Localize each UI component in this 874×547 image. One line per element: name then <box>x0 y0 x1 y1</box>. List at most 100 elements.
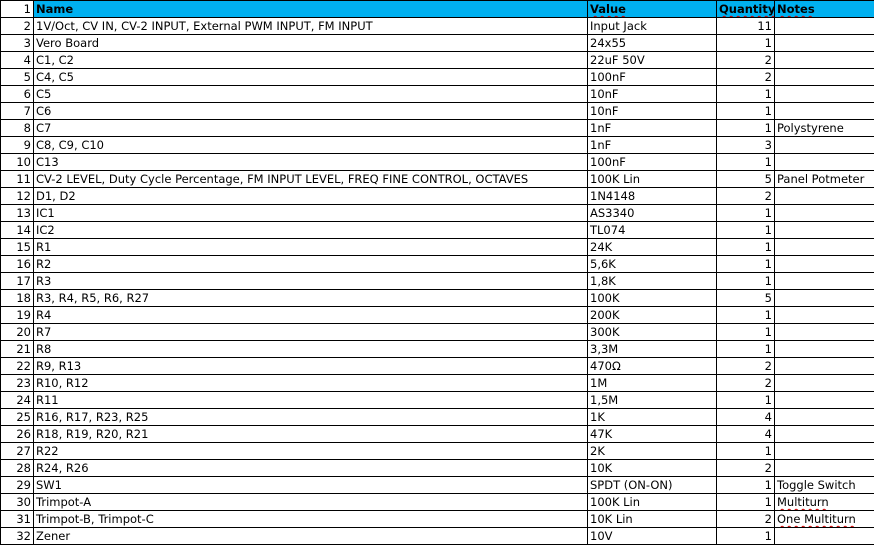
row-number[interactable]: 10 <box>0 153 34 171</box>
quantity-cell[interactable]: 1 <box>716 85 775 103</box>
name-cell[interactable]: R2 <box>33 255 588 273</box>
row-number[interactable]: 23 <box>0 374 34 392</box>
quantity-cell[interactable]: 1 <box>716 340 775 358</box>
value-cell[interactable]: 10K <box>587 459 717 477</box>
name-cell[interactable]: C8, C9, C10 <box>33 136 588 154</box>
name-cell[interactable]: D1, D2 <box>33 187 588 205</box>
notes-cell[interactable] <box>774 425 874 443</box>
notes-cell[interactable] <box>774 153 874 171</box>
notes-cell[interactable] <box>774 85 874 103</box>
name-cell[interactable]: C5 <box>33 85 588 103</box>
value-cell[interactable]: 470Ω <box>587 357 717 375</box>
quantity-cell[interactable]: 1 <box>716 102 775 120</box>
notes-cell[interactable] <box>774 306 874 324</box>
notes-cell[interactable] <box>774 34 874 52</box>
notes-cell[interactable] <box>774 374 874 392</box>
notes-cell[interactable] <box>774 238 874 256</box>
notes-cell[interactable] <box>774 442 874 460</box>
quantity-cell[interactable]: 1 <box>716 204 775 222</box>
quantity-cell[interactable]: 1 <box>716 34 775 52</box>
quantity-cell[interactable]: 2 <box>716 459 775 477</box>
name-cell[interactable]: C7 <box>33 119 588 137</box>
notes-cell[interactable] <box>774 459 874 477</box>
quantity-cell[interactable]: 1 <box>716 255 775 273</box>
quantity-cell[interactable]: 1 <box>716 153 775 171</box>
row-number[interactable]: 5 <box>0 68 34 86</box>
name-cell[interactable]: R22 <box>33 442 588 460</box>
notes-cell[interactable] <box>774 102 874 120</box>
row-number[interactable]: 8 <box>0 119 34 137</box>
name-cell[interactable]: R4 <box>33 306 588 324</box>
quantity-cell[interactable]: 1 <box>716 476 775 494</box>
value-cell[interactable]: 1K <box>587 408 717 426</box>
quantity-cell[interactable]: 2 <box>716 68 775 86</box>
row-number[interactable]: 22 <box>0 357 34 375</box>
value-cell[interactable]: 100K Lin <box>587 493 717 511</box>
quantity-cell[interactable]: 3 <box>716 136 775 154</box>
name-cell[interactable]: Trimpot-A <box>33 493 588 511</box>
quantity-cell[interactable]: 5 <box>716 170 775 188</box>
notes-cell[interactable] <box>774 527 874 545</box>
row-number[interactable]: 17 <box>0 272 34 290</box>
row-number[interactable]: 7 <box>0 102 34 120</box>
header-notes-cell[interactable]: Notes <box>774 0 874 18</box>
header-name-cell[interactable]: Name <box>33 0 588 18</box>
value-cell[interactable]: 200K <box>587 306 717 324</box>
value-cell[interactable]: 1M <box>587 374 717 392</box>
name-cell[interactable]: IC2 <box>33 221 588 239</box>
value-cell[interactable]: 10K Lin <box>587 510 717 528</box>
name-cell[interactable]: R3 <box>33 272 588 290</box>
notes-cell[interactable] <box>774 68 874 86</box>
value-cell[interactable]: 100K <box>587 289 717 307</box>
name-cell[interactable]: R24, R26 <box>33 459 588 477</box>
row-number[interactable]: 29 <box>0 476 34 494</box>
value-cell[interactable]: 100K Lin <box>587 170 717 188</box>
row-number[interactable]: 18 <box>0 289 34 307</box>
row-number[interactable]: 12 <box>0 187 34 205</box>
name-cell[interactable]: IC1 <box>33 204 588 222</box>
quantity-cell[interactable]: 1 <box>716 221 775 239</box>
value-cell[interactable]: TL074 <box>587 221 717 239</box>
quantity-cell[interactable]: 1 <box>716 527 775 545</box>
quantity-cell[interactable]: 11 <box>716 17 775 35</box>
name-cell[interactable]: C1, C2 <box>33 51 588 69</box>
row-number[interactable]: 11 <box>0 170 34 188</box>
notes-cell[interactable] <box>774 340 874 358</box>
name-cell[interactable]: R11 <box>33 391 588 409</box>
value-cell[interactable]: SPDT (ON-ON) <box>587 476 717 494</box>
row-number[interactable]: 31 <box>0 510 34 528</box>
name-cell[interactable]: R18, R19, R20, R21 <box>33 425 588 443</box>
notes-cell[interactable]: Panel Potmeter <box>774 170 874 188</box>
row-number[interactable]: 15 <box>0 238 34 256</box>
notes-cell[interactable] <box>774 204 874 222</box>
name-cell[interactable]: Vero Board <box>33 34 588 52</box>
quantity-cell[interactable]: 2 <box>716 357 775 375</box>
name-cell[interactable]: R9, R13 <box>33 357 588 375</box>
quantity-cell[interactable]: 1 <box>716 391 775 409</box>
row-number[interactable]: 4 <box>0 51 34 69</box>
row-number[interactable]: 14 <box>0 221 34 239</box>
row-number[interactable]: 25 <box>0 408 34 426</box>
value-cell[interactable]: AS3340 <box>587 204 717 222</box>
notes-cell[interactable] <box>774 187 874 205</box>
quantity-cell[interactable]: 2 <box>716 51 775 69</box>
name-cell[interactable]: R16, R17, R23, R25 <box>33 408 588 426</box>
notes-cell[interactable]: Multiturn <box>774 493 874 511</box>
name-cell[interactable]: SW1 <box>33 476 588 494</box>
notes-cell[interactable] <box>774 255 874 273</box>
row-number[interactable]: 21 <box>0 340 34 358</box>
name-cell[interactable]: Zener <box>33 527 588 545</box>
value-cell[interactable]: 10nF <box>587 102 717 120</box>
row-number[interactable]: 6 <box>0 85 34 103</box>
name-cell[interactable]: R7 <box>33 323 588 341</box>
value-cell[interactable]: 22uF 50V <box>587 51 717 69</box>
quantity-cell[interactable]: 1 <box>716 323 775 341</box>
quantity-cell[interactable]: 1 <box>716 238 775 256</box>
value-cell[interactable]: 1,5M <box>587 391 717 409</box>
value-cell[interactable]: 10V <box>587 527 717 545</box>
notes-cell[interactable] <box>774 17 874 35</box>
value-cell[interactable]: 24x55 <box>587 34 717 52</box>
row-number[interactable]: 28 <box>0 459 34 477</box>
row-number[interactable]: 32 <box>0 527 34 545</box>
notes-cell[interactable] <box>774 51 874 69</box>
